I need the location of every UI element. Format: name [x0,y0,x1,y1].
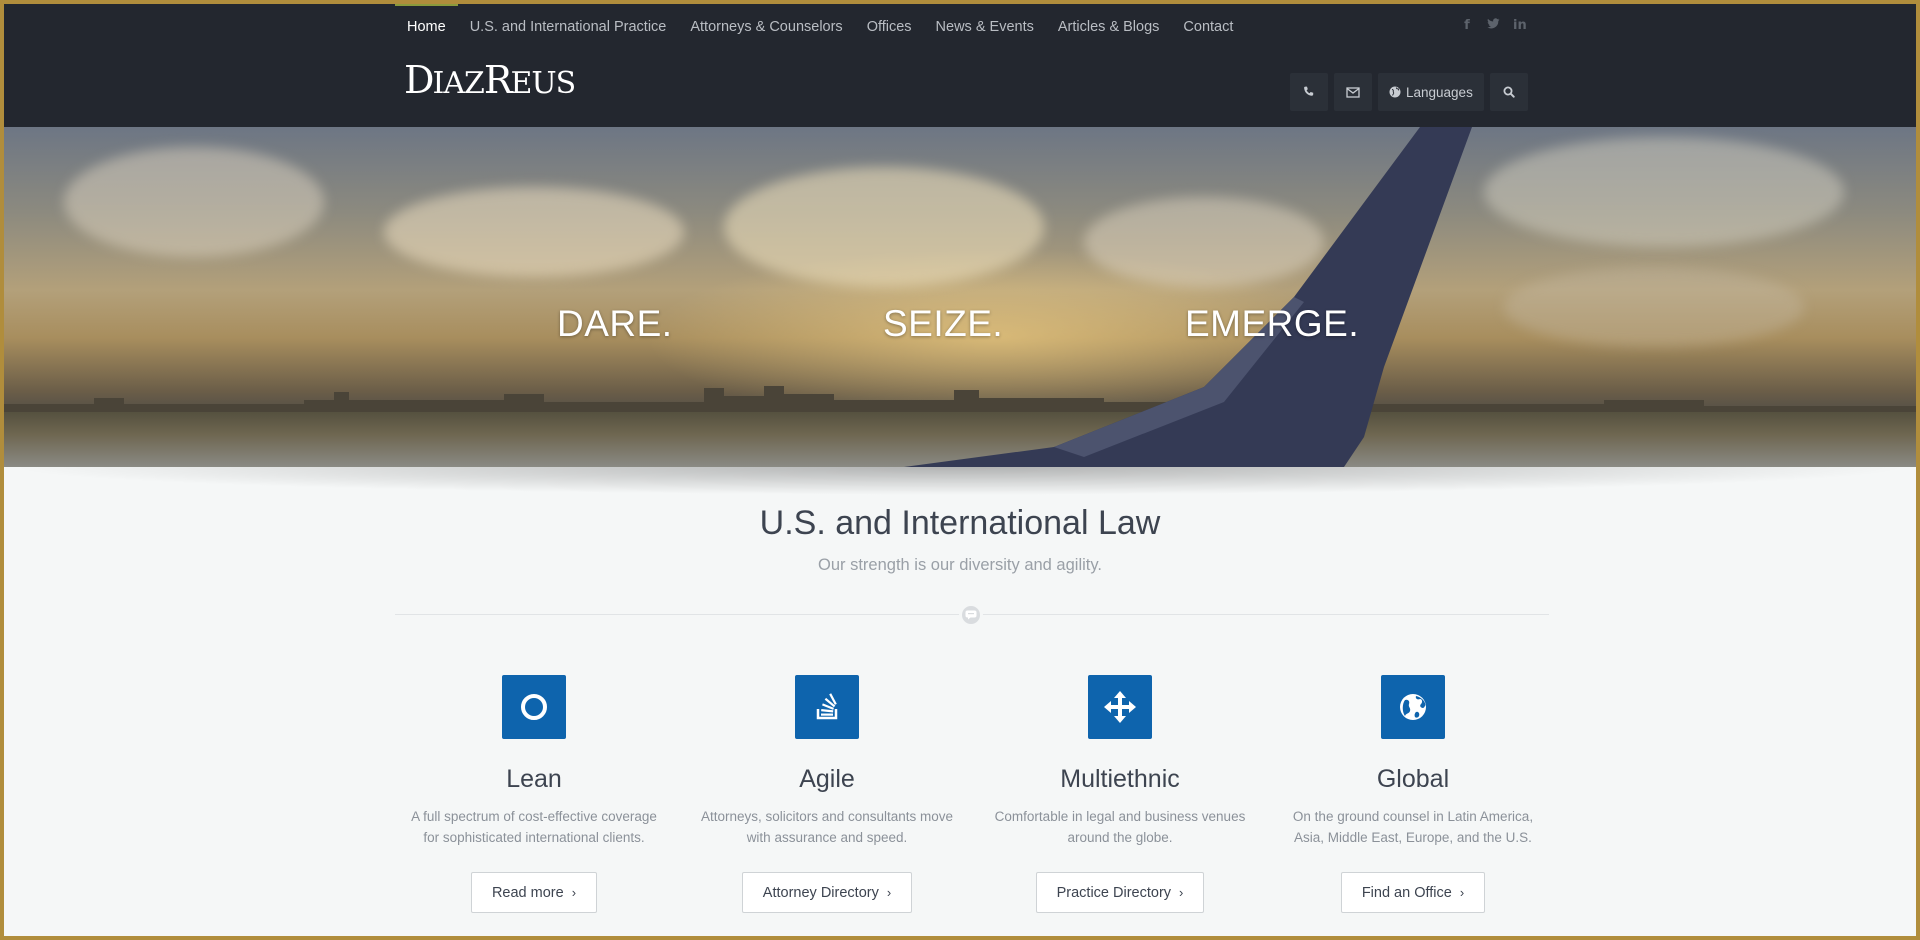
feature-lean: Lean A full spectrum of cost-effective c… [394,675,674,913]
page-title: U.S. and International Law [759,504,1161,542]
search-icon [1503,86,1515,98]
page-subtitle: Our strength is our diversity and agilit… [818,556,1102,574]
chevron-right-icon: › [886,885,892,900]
page-frame: Home U.S. and International Practice Att… [4,4,1916,936]
feature-description: On the ground counsel in Latin America, … [1292,809,1534,845]
phone-icon [1304,86,1314,96]
chevron-right-icon: › [1179,885,1184,900]
envelope-icon [1346,86,1360,98]
feature-description: Comfortable in legal and business venues… [994,809,1246,845]
feature-global: Global On the ground counsel in Latin Am… [1273,675,1553,913]
feature-title: Global [1376,765,1450,793]
feature-title: Multiethnic [1060,765,1180,793]
nav-articles[interactable]: Articles & Blogs [1046,4,1172,50]
move-arrows-icon [1088,675,1152,739]
linkedin-icon[interactable]: in [1513,18,1527,34]
read-more-button[interactable]: Read more › [470,872,598,913]
nav-home[interactable]: Home [395,4,458,50]
chevron-right-icon: › [1459,885,1465,900]
feature-agile: Agile Attorneys, solicitors and consulta… [687,675,967,913]
nav-news[interactable]: News & Events [924,4,1046,50]
nav-practice[interactable]: U.S. and International Practice [458,4,679,50]
feature-description: Attorneys, solicitors and consultants mo… [700,809,954,845]
globe-small-icon [1389,86,1401,98]
practice-directory-button[interactable]: Practice Directory › [1035,872,1205,913]
nav-contact[interactable]: Contact [1171,4,1245,50]
comment-icon [959,603,983,627]
site-header: Home U.S. and International Practice Att… [4,4,1916,127]
header-tools: Languages [1290,73,1528,111]
site-logo[interactable]: DIAZREUS [404,58,576,106]
main-nav: Home U.S. and International Practice Att… [395,4,1245,50]
feature-description: A full spectrum of cost-effective covera… [411,809,657,845]
email-button[interactable] [1334,73,1372,111]
search-button[interactable] [1489,73,1528,111]
chevron-right-icon: › [571,885,577,900]
languages-button[interactable]: Languages [1378,73,1484,111]
hero-word-dare: DARE. [557,303,673,344]
feature-title: Lean [506,765,562,793]
nav-offices[interactable]: Offices [855,4,924,50]
social-links: f in [1461,18,1527,34]
hero-banner: DARE. SEIZE. EMERGE. [4,127,1916,467]
languages-label: Languages [1406,84,1473,100]
hero-word-seize: SEIZE. [883,303,1004,344]
nav-attorneys[interactable]: Attorneys & Counselors [678,4,854,50]
twitter-icon[interactable] [1487,18,1500,34]
globe-icon [1381,675,1445,739]
hero-word-emerge: EMERGE. [1185,303,1360,344]
facebook-icon[interactable]: f [1461,18,1473,34]
phone-button[interactable] [1290,73,1328,111]
attorney-directory-button[interactable]: Attorney Directory › [741,872,913,913]
circle-icon [502,675,566,739]
feature-title: Agile [799,765,855,793]
stack-overflow-icon [795,675,859,739]
find-office-button[interactable]: Find an Office › [1340,872,1486,913]
feature-multiethnic: Multiethnic Comfortable in legal and bus… [980,675,1260,913]
